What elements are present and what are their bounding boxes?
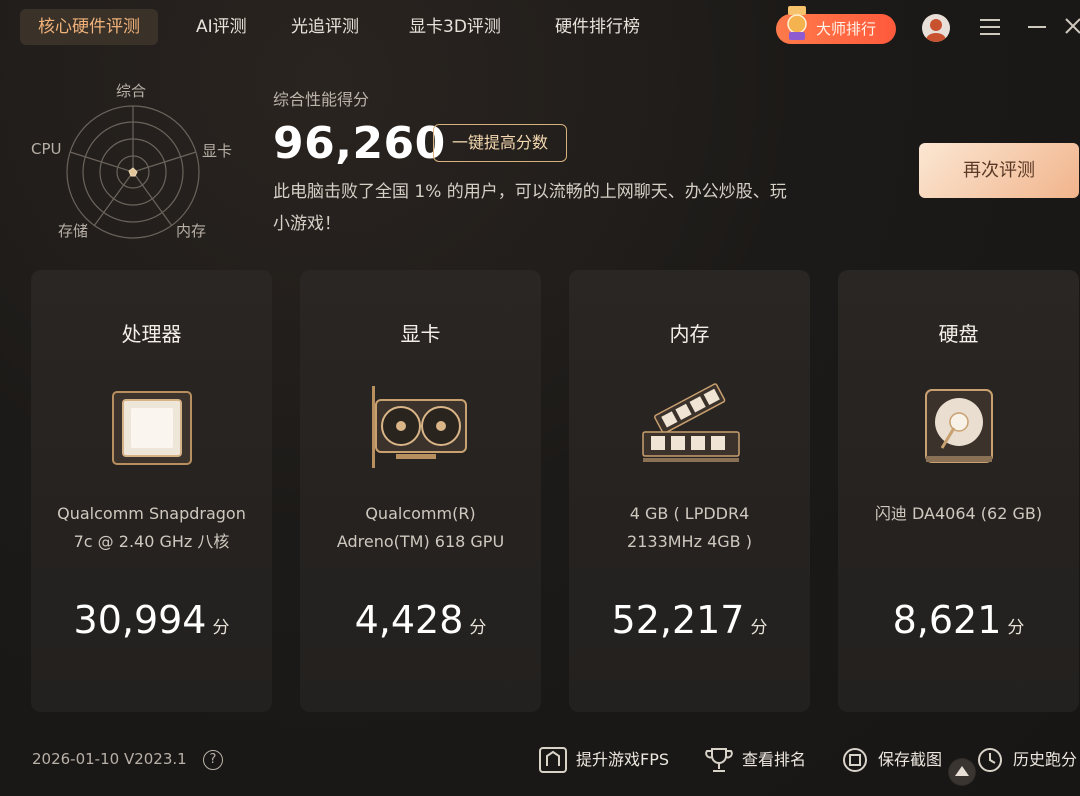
card-description: 4 GB ( LPDDR4 2133MHz 4GB ) [584, 500, 795, 556]
history-score-button[interactable]: 历史跑分 [975, 743, 1080, 777]
card-score-value: 52,217 [611, 598, 745, 642]
save-screenshot-button[interactable]: 保存截图 [840, 743, 950, 777]
score-description: 此电脑击败了全国 1% 的用户，可以流畅的上网聊天、办公炒股、玩 小游戏！ [273, 176, 873, 240]
card-description-line1: Qualcomm(R) [365, 504, 476, 523]
save-screenshot-label: 保存截图 [878, 750, 943, 769]
card-description-line1: 4 GB ( LPDDR4 [629, 504, 750, 523]
overall-score-value: 96,260 [273, 118, 446, 169]
assistant-icon [949, 759, 975, 785]
gpu-icon [371, 386, 467, 468]
tab-hardware-ranking[interactable]: 硬件排行榜 [537, 9, 658, 45]
boost-fps-button[interactable]: 提升游戏FPS [538, 743, 678, 777]
cpu-icon [111, 391, 192, 465]
card-description-line1: 闪迪 DA4064 (62 GB) [874, 504, 1043, 523]
menu-icon[interactable] [980, 19, 1000, 35]
medal-icon [787, 6, 807, 40]
retest-button[interactable]: 再次评测 [919, 143, 1079, 198]
tab-ai[interactable]: AI评测 [178, 9, 265, 45]
floating-assistant-button[interactable] [948, 758, 976, 786]
card-title: 显卡 [400, 322, 441, 346]
card-score-value: 4,428 [354, 598, 464, 642]
close-icon[interactable] [1064, 16, 1080, 36]
fps-icon [539, 747, 567, 773]
card-score: 8,621 分 [838, 598, 1079, 642]
card-score-value: 8,621 [892, 598, 1002, 642]
ram-icon [641, 383, 740, 462]
radar-label-overall: 综合 [116, 82, 147, 100]
top-nav: 核心硬件评测 AI评测 光追评测 显卡3D评测 硬件排行榜 大师排行 [0, 0, 1080, 54]
card-title: 硬盘 [938, 322, 979, 346]
disk-card: 硬盘 闪迪 DA4064 (62 GB) 8,621 分 [838, 270, 1079, 712]
card-score-value: 30,994 [73, 598, 207, 642]
boost-score-button[interactable]: 一键提高分数 [433, 124, 567, 162]
performance-radar: 综合 显卡 内存 存储 CPU [28, 76, 248, 246]
card-description-line2: 2133MHz 4GB ) [627, 532, 752, 551]
card-score: 30,994 分 [31, 598, 272, 642]
view-rank-label: 查看排名 [742, 750, 807, 769]
view-rank-button[interactable]: 查看排名 [704, 743, 814, 777]
card-description-line2: 7c @ 2.40 GHz 八核 [73, 532, 230, 551]
user-avatar[interactable] [922, 14, 950, 42]
radar-label-storage: 存储 [58, 222, 89, 240]
card-description-line2: Adreno(TM) 618 GPU [336, 532, 505, 551]
card-description: Qualcomm Snapdragon 7c @ 2.40 GHz 八核 [46, 500, 257, 556]
memory-card: 内存 4 GB ( LPDDR4 2133MHz 4GB ) 52,217 分 [569, 270, 810, 712]
radar-label-memory: 内存 [176, 222, 207, 240]
card-score-unit: 分 [1007, 618, 1025, 638]
radar-label-cpu: CPU [31, 140, 62, 158]
gpu-card: 显卡 Qualcomm(R) Adreno(TM) 618 GPU 4,428 分 [300, 270, 541, 712]
tab-core-hardware[interactable]: 核心硬件评测 [20, 9, 158, 45]
score-description-line2: 小游戏！ [273, 214, 341, 234]
master-rank-button[interactable]: 大师排行 [776, 6, 896, 44]
overall-score-title: 综合性能得分 [273, 90, 370, 109]
minimize-icon[interactable] [1028, 26, 1046, 28]
master-rank-label: 大师排行 [816, 20, 877, 38]
card-score-unit: 分 [212, 618, 230, 638]
card-description: 闪迪 DA4064 (62 GB) [853, 500, 1064, 528]
screenshot-icon [843, 748, 867, 772]
help-icon[interactable]: ? [203, 750, 223, 770]
card-title: 内存 [669, 322, 710, 346]
cpu-card: 处理器 Qualcomm Snapdragon 7c @ 2.40 GHz 八核… [31, 270, 272, 712]
card-score-unit: 分 [469, 618, 487, 638]
radar-label-gpu: 显卡 [202, 142, 233, 160]
tab-raytracing[interactable]: 光追评测 [273, 9, 377, 45]
score-description-line1: 此电脑击败了全国 1% 的用户，可以流畅的上网聊天、办公炒股、玩 [273, 182, 787, 202]
card-score: 4,428 分 [300, 598, 541, 642]
boost-fps-label: 提升游戏FPS [576, 750, 670, 769]
history-icon [978, 748, 1002, 772]
card-score-unit: 分 [750, 618, 768, 638]
history-score-label: 历史跑分 [1013, 750, 1078, 769]
version-info: 2026-01-10 V2023.1 [32, 750, 187, 768]
card-description: Qualcomm(R) Adreno(TM) 618 GPU [315, 500, 526, 556]
trophy-icon [705, 748, 733, 772]
card-title: 处理器 [121, 322, 182, 346]
card-score: 52,217 分 [569, 598, 810, 642]
user-icon [926, 19, 946, 42]
tab-gpu-3d[interactable]: 显卡3D评测 [391, 9, 519, 45]
disk-icon [924, 389, 993, 463]
card-description-line1: Qualcomm Snapdragon [57, 504, 246, 523]
